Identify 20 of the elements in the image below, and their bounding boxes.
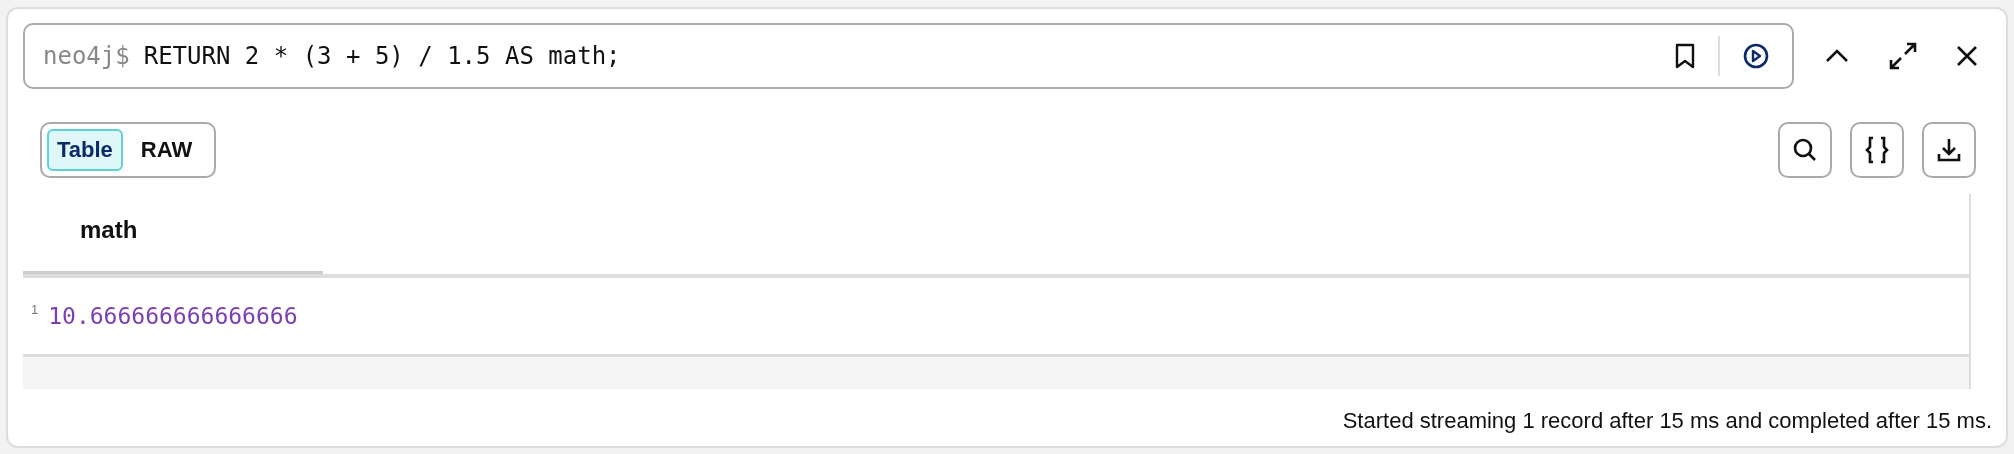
search-icon — [1792, 137, 1818, 163]
editor-prompt: neo4j$ — [43, 42, 130, 70]
bookmark-icon[interactable] — [1674, 43, 1696, 69]
status-text: Started streaming 1 record after 15 ms and completed after 15 ms. — [1341, 408, 1992, 435]
query-editor[interactable]: neo4j$ RETURN 2 * (3 + 5) / 1.5 AS math; — [23, 23, 1794, 89]
close-icon[interactable] — [1956, 45, 1978, 67]
play-icon[interactable] — [1742, 42, 1770, 70]
view-tab[interactable]: RAW — [130, 129, 203, 171]
row-number: 1 — [31, 302, 39, 317]
expand-icon[interactable] — [1888, 41, 1918, 71]
collapse-icon[interactable] — [1824, 48, 1850, 64]
table-cell: 10.666666666666666 — [48, 303, 298, 329]
query-text: RETURN 2 * (3 + 5) / 1.5 AS math; — [143, 42, 621, 70]
braces-icon — [1864, 135, 1890, 165]
search-button[interactable] — [1778, 122, 1832, 178]
download-button[interactable] — [1922, 122, 1976, 178]
json-button[interactable] — [1850, 122, 1904, 178]
download-icon — [1936, 137, 1962, 163]
view-tab[interactable]: Table — [47, 129, 123, 171]
column-header: math — [23, 194, 323, 274]
